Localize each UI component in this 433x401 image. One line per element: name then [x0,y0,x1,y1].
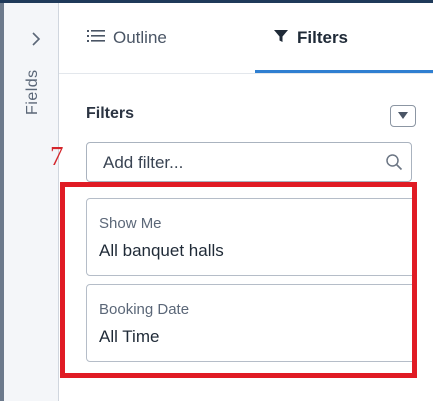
tab-outline[interactable]: Outline [87,3,167,73]
fields-rail[interactable]: Fields [0,3,58,401]
rail-edge [0,3,4,401]
filter-card-value: All Time [99,327,160,346]
caret-down-icon [398,107,408,125]
filter-card-label: Show Me [99,215,162,232]
filter-card-booking-date[interactable]: Booking Date All Time [86,284,416,362]
fields-rail-label[interactable]: Fields [24,69,42,115]
search-icon[interactable] [385,153,403,171]
add-filter-field[interactable] [86,142,412,182]
filter-card-value: All banquet halls [99,241,224,260]
filters-options-button[interactable] [390,105,416,127]
tab-filters-label: Filters [297,28,349,47]
tab-outline-label: Outline [113,28,167,47]
panel-tabs: Outline Filters [59,3,433,73]
filter-card-label: Booking Date [99,301,190,318]
filters-title: Filters [86,105,135,122]
tabs-divider [59,73,433,74]
chevron-right-icon[interactable] [28,31,44,47]
list-icon [87,28,105,48]
add-filter-input[interactable] [103,151,363,175]
filter-card-show-me[interactable]: Show Me All banquet halls [86,198,416,276]
filters-panel-page: Fields Outline Filters Filters 7 Add fil… [0,0,433,401]
funnel-icon [273,28,289,49]
annotation-number: 7 [50,141,64,171]
tab-filters[interactable]: Filters [255,3,433,73]
